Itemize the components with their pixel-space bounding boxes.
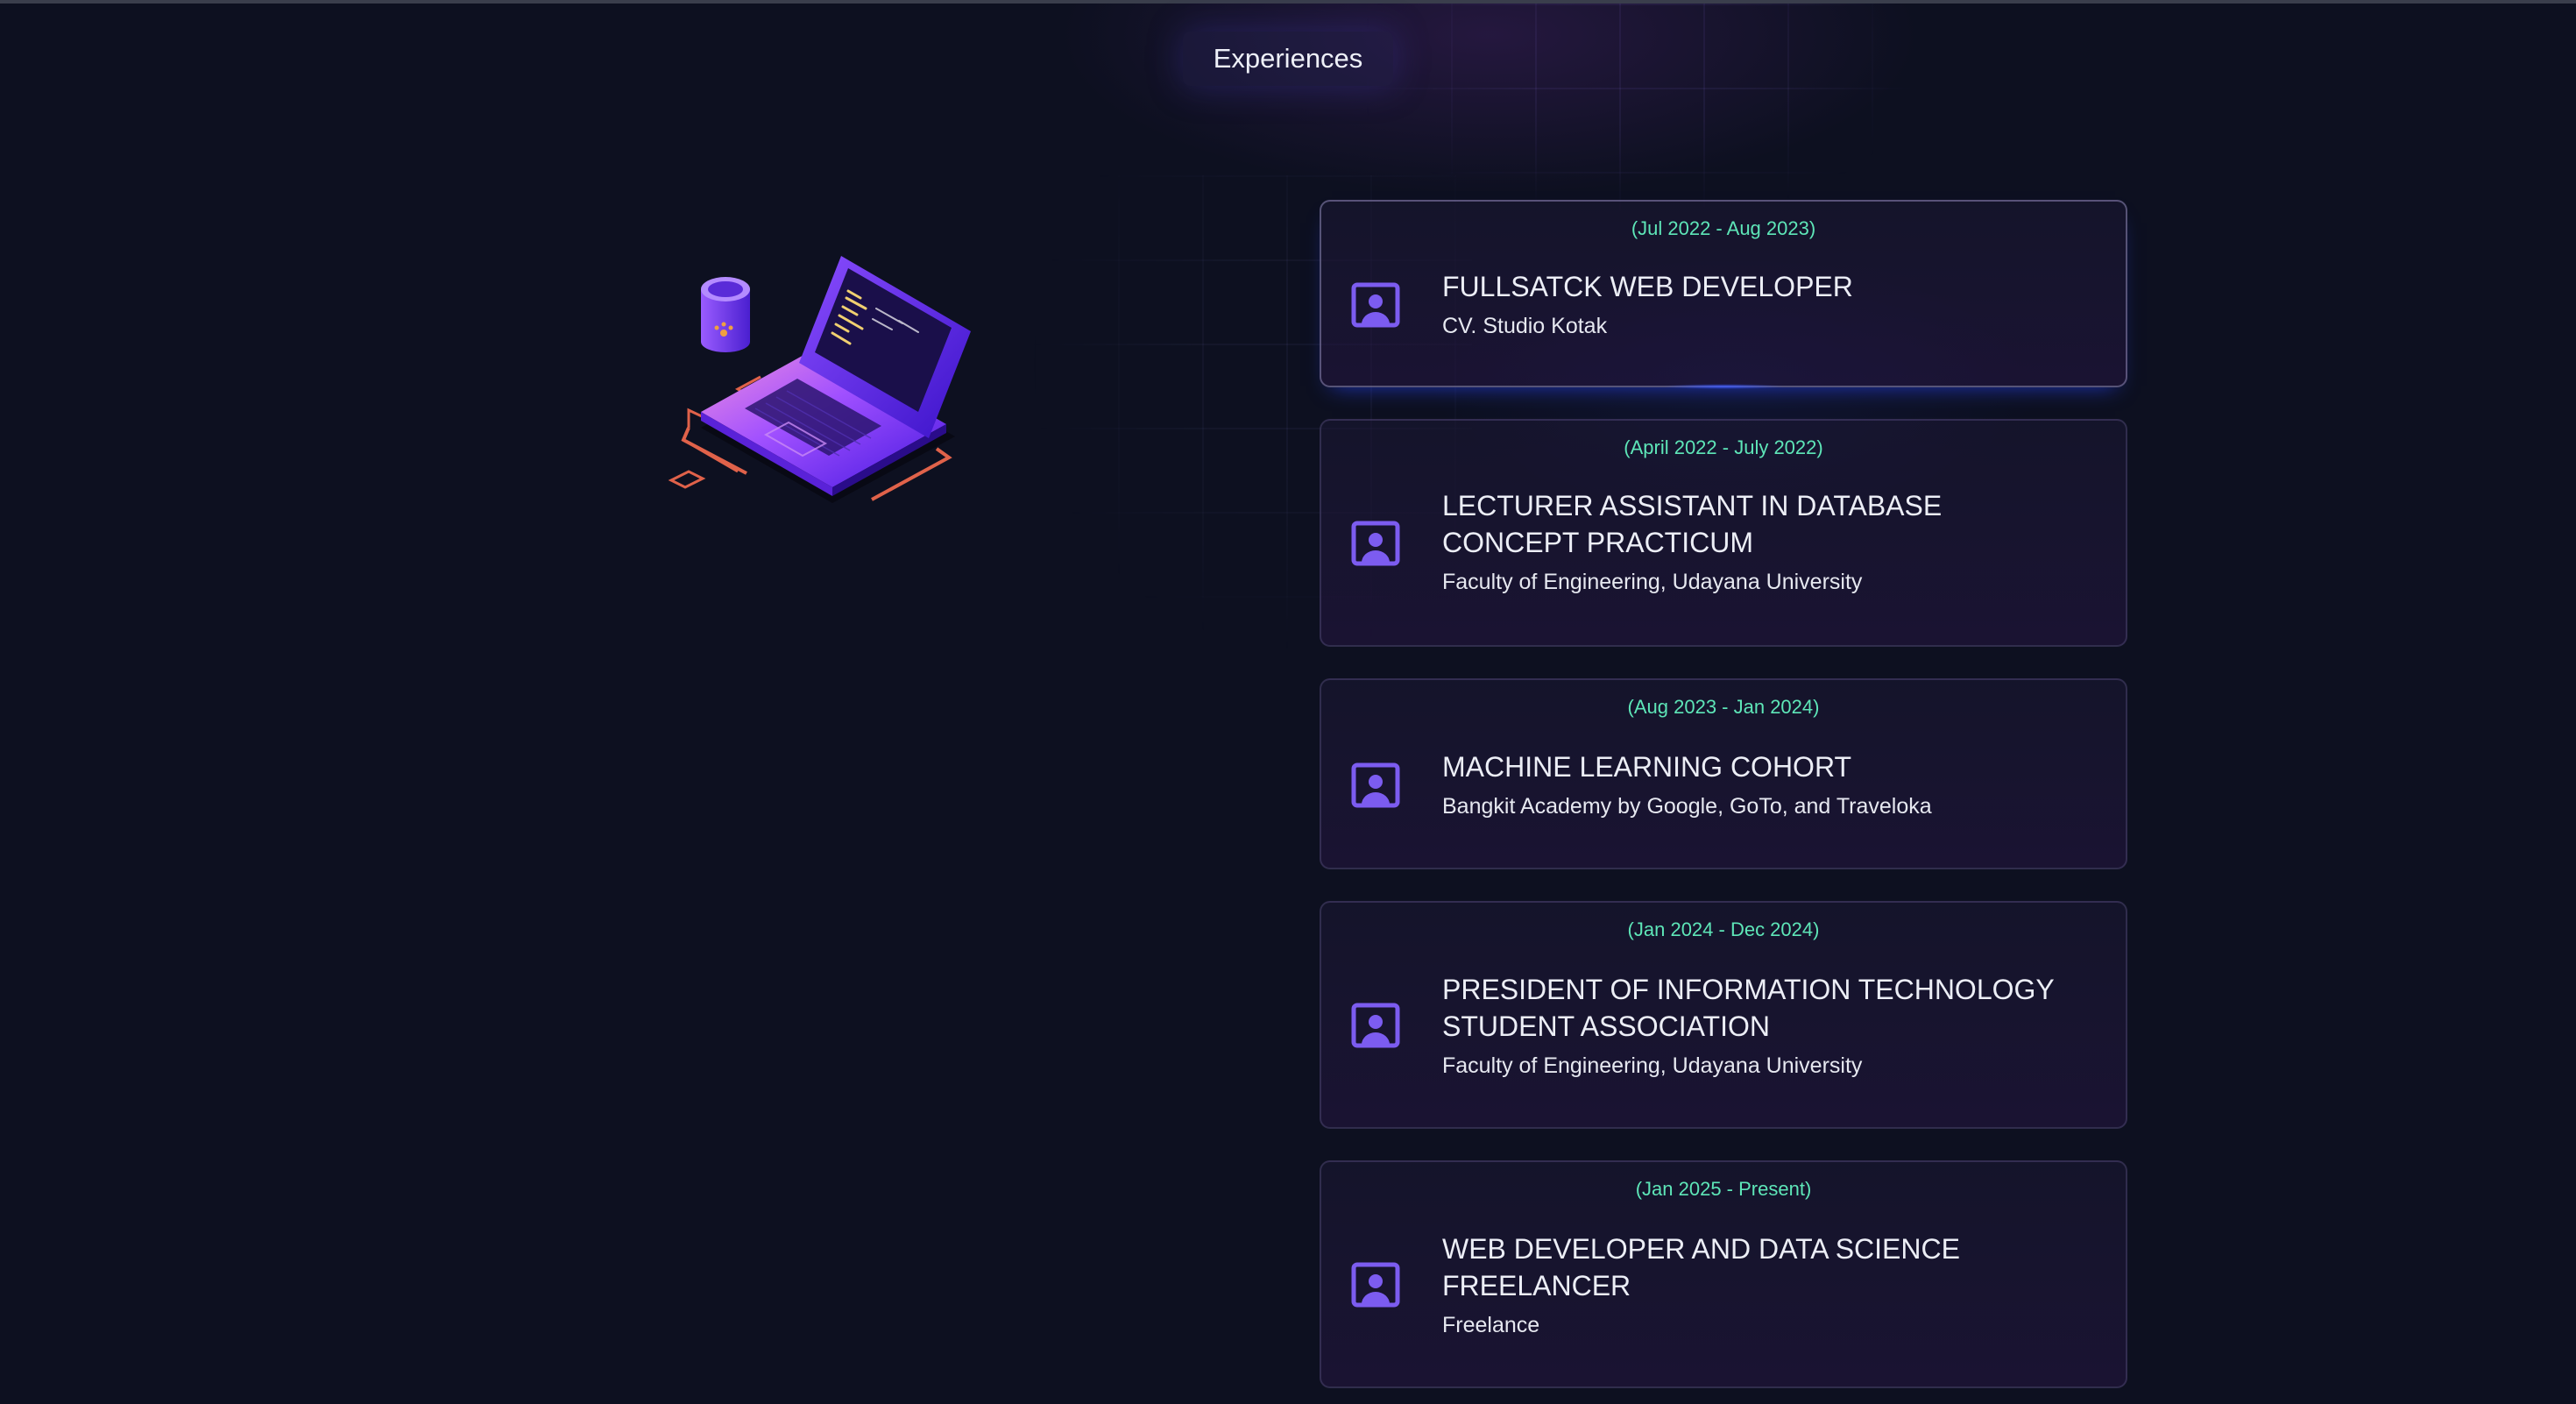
experience-company: CV. Studio Kotak <box>1442 314 1608 338</box>
user-profile-icon <box>1351 282 1400 331</box>
card-glow <box>1662 384 1785 389</box>
experience-date: (Aug 2023 - Jan 2024) <box>1627 696 1820 718</box>
experience-role: LECTURER ASSISTANT IN DATABASE CONCEPT P… <box>1442 490 1943 558</box>
experiences-page: Experiences (Jul 2022 - Aug 2023) FULLSA… <box>0 0 2576 1404</box>
section-title: Experiences <box>1183 32 1393 86</box>
experience-content: MACHINE LEARNING COHORT Bangkit Academy … <box>1442 748 2073 819</box>
user-profile-icon <box>1351 521 1400 570</box>
top-border <box>0 0 2576 4</box>
experience-role: MACHINE LEARNING COHORT <box>1442 751 1852 783</box>
user-profile-icon <box>1351 762 1400 812</box>
experience-company: Faculty of Engineering, Udayana Universi… <box>1442 1053 1863 1078</box>
experience-timeline: (Jul 2022 - Aug 2023) FULLSATCK WEB DEVE… <box>1320 200 2127 1388</box>
experience-card: (Jul 2022 - Aug 2023) FULLSATCK WEB DEVE… <box>1320 200 2127 389</box>
experience-content: LECTURER ASSISTANT IN DATABASE CONCEPT P… <box>1442 487 2073 595</box>
experience-company: Freelance <box>1442 1313 1540 1337</box>
experience-company: Bangkit Academy by Google, GoTo, and Tra… <box>1442 794 1932 819</box>
experience-date: (Jul 2022 - Aug 2023) <box>1631 217 1816 239</box>
experience-role: WEB DEVELOPER AND DATA SCIENCE FREELANCE… <box>1442 1233 1960 1301</box>
experience-card: (Jan 2024 - Dec 2024) PRESIDENT OF INFOR… <box>1320 901 2127 1129</box>
experience-card: (Aug 2023 - Jan 2024) MACHINE LEARNING C… <box>1320 678 2127 869</box>
user-profile-icon <box>1351 1003 1400 1052</box>
experience-card: (Jan 2025 - Present) WEB DEVELOPER AND D… <box>1320 1160 2127 1388</box>
experience-content: WEB DEVELOPER AND DATA SCIENCE FREELANCE… <box>1442 1230 2073 1338</box>
experience-date: (Jan 2024 - Dec 2024) <box>1627 918 1820 940</box>
user-profile-icon <box>1351 1262 1400 1311</box>
experience-content: FULLSATCK WEB DEVELOPER CV. Studio Kotak <box>1442 268 2073 339</box>
experience-date: (April 2022 - July 2022) <box>1624 436 1823 458</box>
experience-company: Faculty of Engineering, Udayana Universi… <box>1442 570 1863 594</box>
experience-content: PRESIDENT OF INFORMATION TECHNOLOGY STUD… <box>1442 971 2073 1079</box>
experience-card: (April 2022 - July 2022) LECTURER ASSIST… <box>1320 419 2127 647</box>
laptop-illustration <box>668 256 971 503</box>
experience-role: FULLSATCK WEB DEVELOPER <box>1442 271 1853 302</box>
experience-date: (Jan 2025 - Present) <box>1635 1178 1812 1200</box>
experience-role: PRESIDENT OF INFORMATION TECHNOLOGY STUD… <box>1442 974 2055 1042</box>
